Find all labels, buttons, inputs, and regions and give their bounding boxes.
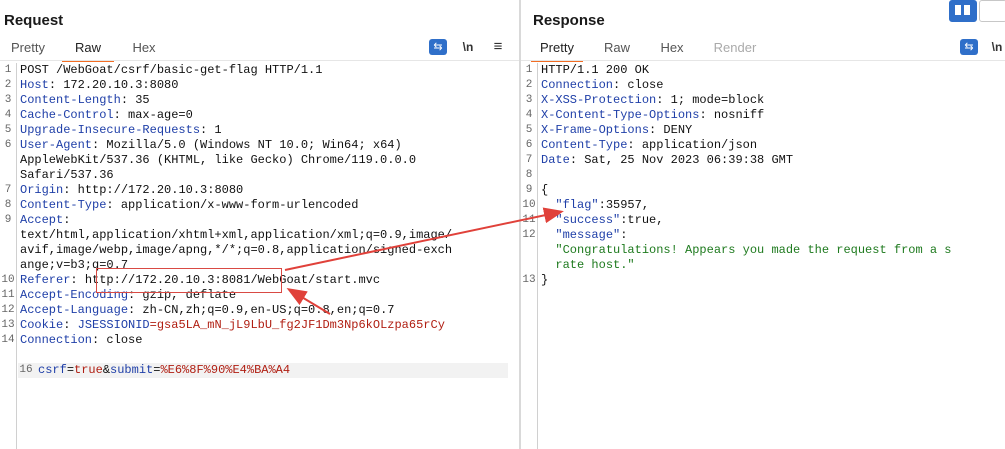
annotation-arrows [284,207,564,315]
